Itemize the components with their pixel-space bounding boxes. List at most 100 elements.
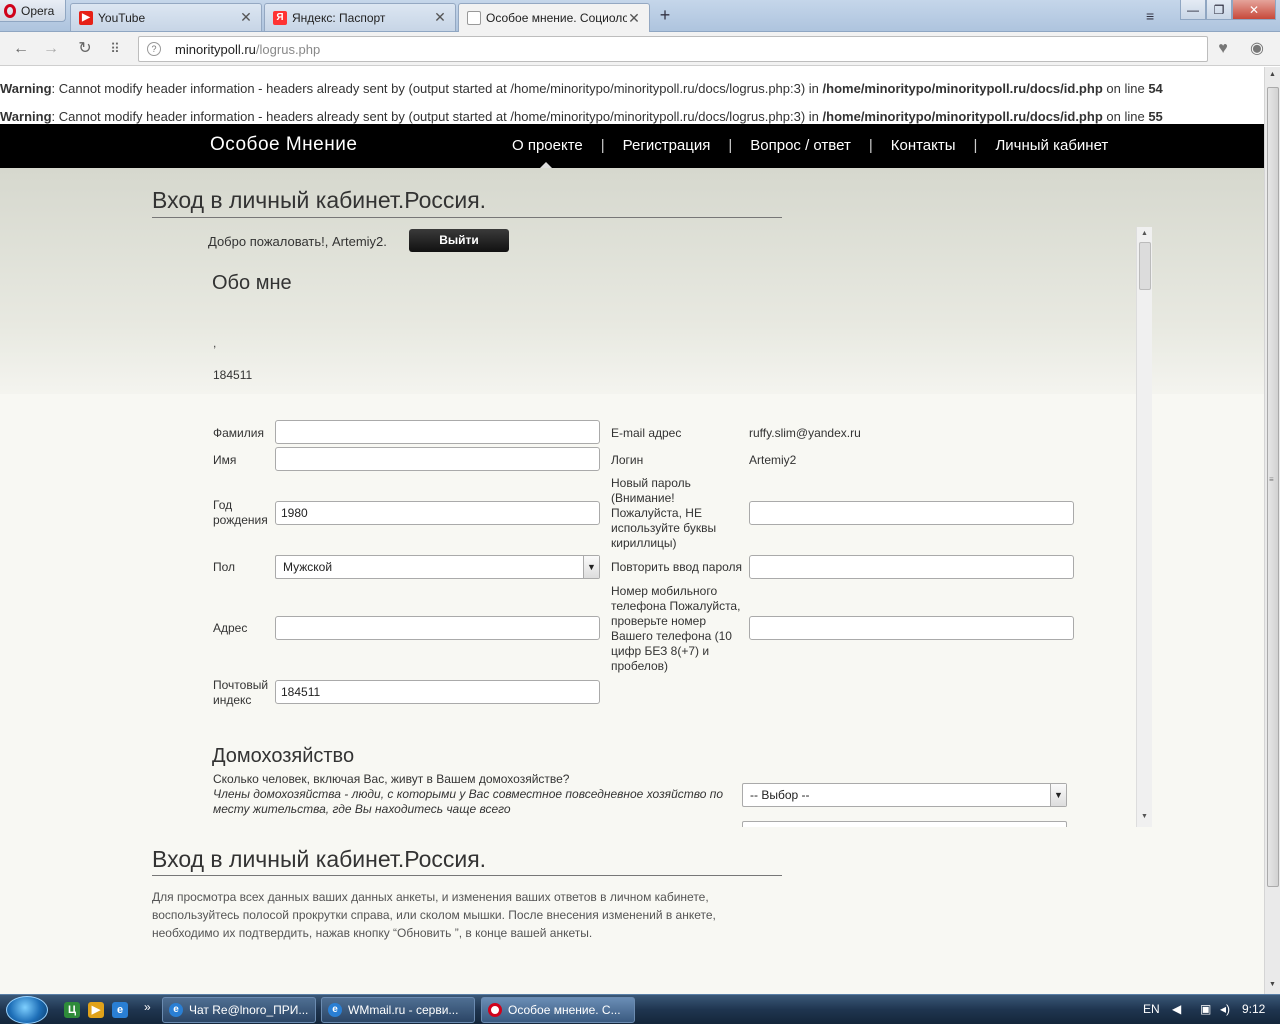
last-name-label: Фамилия (213, 426, 264, 440)
email-label: E-mail адрес (611, 426, 682, 440)
php-warning-1: Warning: Cannot modify header informatio… (0, 81, 1163, 96)
nav-separator: | (728, 137, 733, 154)
new-password-field[interactable] (749, 501, 1074, 525)
mobile-phone-field[interactable] (749, 616, 1074, 640)
frame-scroll-thumb[interactable] (1139, 242, 1151, 290)
quicklaunch-project-icon[interactable]: Ц (64, 1002, 80, 1018)
gender-select[interactable]: Мужской ▼ (275, 555, 600, 579)
quicklaunch-ie-icon[interactable]: e (112, 1002, 128, 1018)
warning-on-line: on line (1102, 109, 1149, 124)
window-controls: — ❐ ✕ (1180, 0, 1276, 20)
warning-line-number: 55 (1148, 109, 1163, 124)
nav-separator: | (973, 137, 978, 154)
close-window-icon[interactable]: ✕ (1232, 0, 1276, 20)
gender-label: Пол (213, 560, 236, 574)
page-viewport: Warning : Cannot modify header informatio… (0, 67, 1264, 994)
chevron-down-icon[interactable]: ▼ (1050, 784, 1066, 806)
close-tab-icon[interactable]: ✕ (627, 10, 641, 27)
quicklaunch-media-icon[interactable]: ▶ (88, 1002, 104, 1018)
volume-icon[interactable]: ◂) (1220, 1002, 1230, 1016)
warning-label: Warning (0, 81, 52, 96)
birth-year-field[interactable]: 1980 (275, 501, 600, 525)
household-size-select[interactable]: -- Выбор -- ▼ (742, 783, 1067, 807)
tray-expand-icon[interactable]: ◀ (1172, 1002, 1181, 1016)
site-info-icon[interactable]: ? (147, 42, 161, 56)
start-button[interactable] (6, 996, 48, 1024)
profile-frame: Добро пожаловать!, Artemiy2. Выйти Обо м… (152, 227, 1152, 827)
task-chat[interactable]: e Чат Re@lnoro_ПРИ... (162, 997, 316, 1023)
tab-minoritypoll[interactable]: Особое мнение. Социолог ✕ (458, 3, 650, 32)
household-heading: Домохозяйство (212, 745, 355, 767)
stash-heart-icon[interactable]: ♥ (1210, 36, 1236, 62)
frame-scrollbar[interactable]: ▲ ▼ (1136, 227, 1152, 827)
login-value: Artemiy2 (749, 453, 797, 467)
user-id-number: 184511 (213, 368, 253, 382)
language-indicator[interactable]: EN (1143, 1002, 1160, 1016)
tab-menu-icon[interactable]: ≡ (1146, 8, 1154, 24)
warning-file: /home/minoritypo/minoritypoll.ru/docs/id… (822, 109, 1103, 124)
network-icon[interactable]: ▣ (1200, 1002, 1211, 1016)
first-name-label: Имя (213, 453, 237, 467)
reload-icon[interactable]: ↻ (76, 40, 94, 58)
title-divider (152, 217, 782, 218)
postal-code-field[interactable]: 184511 (275, 680, 600, 704)
nav-account[interactable]: Личный кабинет (995, 137, 1108, 154)
tab-title: YouTube (98, 10, 146, 25)
task-wmmail[interactable]: e WMmail.ru - серви... (321, 997, 475, 1023)
quicklaunch-more-icon[interactable]: » (144, 1000, 151, 1014)
clock[interactable]: 9:12 (1242, 1002, 1265, 1016)
task-opera[interactable]: Особое мнение. С... (481, 997, 635, 1023)
scroll-down-icon[interactable]: ▼ (1269, 981, 1276, 988)
repeat-password-field[interactable] (749, 555, 1074, 579)
nav-faq[interactable]: Вопрос / ответ (750, 137, 851, 154)
nav-registration[interactable]: Регистрация (623, 137, 711, 154)
address-field[interactable] (275, 616, 600, 640)
maximize-icon[interactable]: ❐ (1206, 0, 1232, 20)
nav-about[interactable]: О проекте (512, 137, 583, 154)
account-icon[interactable]: ◉ (1244, 36, 1270, 62)
page-scrollbar[interactable]: ▲ ≡ ▼ (1264, 67, 1280, 994)
opera-menu-button[interactable]: Opera (0, 0, 66, 22)
back-icon[interactable]: ← (12, 40, 30, 58)
tab-youtube[interactable]: ▶ YouTube ✕ (70, 3, 262, 31)
household-size-value: -- Выбор -- (750, 788, 810, 802)
logout-button[interactable]: Выйти (409, 229, 509, 252)
address-field[interactable]: ? minoritypoll.ru/logrus.php (138, 36, 1208, 62)
scroll-up-icon[interactable]: ▲ (1141, 230, 1148, 237)
scroll-up-icon[interactable]: ▲ (1269, 71, 1276, 78)
household-next-select[interactable] (742, 821, 1067, 827)
task-title: WMmail.ru - серви... (348, 1003, 459, 1017)
site-logo[interactable]: Особое Мнение (210, 134, 357, 156)
mobile-phone-label: Номер мобильного телефона Пожалуйста, пр… (611, 584, 741, 673)
close-tab-icon[interactable]: ✕ (433, 9, 447, 26)
close-tab-icon[interactable]: ✕ (239, 9, 253, 26)
windows-taskbar: Ц ▶ e » e Чат Re@lnoro_ПРИ... e WMmail.r… (0, 994, 1280, 1024)
scroll-grip-icon: ≡ (1269, 475, 1274, 484)
minimize-icon[interactable]: — (1180, 0, 1206, 20)
address-label: Адрес (213, 621, 248, 635)
nav-separator: | (600, 137, 605, 154)
first-name-field[interactable] (275, 447, 600, 471)
new-password-label: Новый пароль (Внимание! Пожалуйста, НЕ и… (611, 476, 717, 550)
warning-on-line: on line (1102, 81, 1149, 96)
tab-yandex-passport[interactable]: Я Яндекс: Паспорт ✕ (264, 3, 456, 31)
warning-message: : Cannot modify header information - hea… (51, 109, 823, 124)
warning-line-number: 54 (1148, 81, 1163, 96)
address-toolbar: ← → ↻ ⠿ ? minoritypoll.ru/logrus.php ♥ ◉ (0, 32, 1280, 66)
nav-contacts[interactable]: Контакты (891, 137, 956, 154)
url-text: minoritypoll.ru/logrus.php (175, 42, 320, 57)
task-title: Особое мнение. С... (508, 1003, 621, 1017)
forward-icon[interactable]: → (42, 40, 60, 58)
youtube-icon: ▶ (79, 10, 93, 25)
php-warning-2: Warning: Cannot modify header informatio… (0, 109, 1163, 124)
scroll-down-icon[interactable]: ▼ (1141, 813, 1148, 820)
about-heading: Обо мне (212, 272, 292, 294)
opera-menu-label: Opera (21, 3, 55, 18)
last-name-field[interactable] (275, 420, 600, 444)
page-scroll-thumb[interactable] (1267, 87, 1279, 887)
gender-value: Мужской (283, 560, 333, 574)
chevron-down-icon[interactable]: ▼ (583, 556, 599, 578)
new-tab-icon[interactable]: + (656, 6, 674, 24)
speed-dial-icon[interactable]: ⠿ (106, 40, 124, 58)
site-navbar: Особое Мнение О проекте | Регистрация | Во… (0, 124, 1264, 168)
